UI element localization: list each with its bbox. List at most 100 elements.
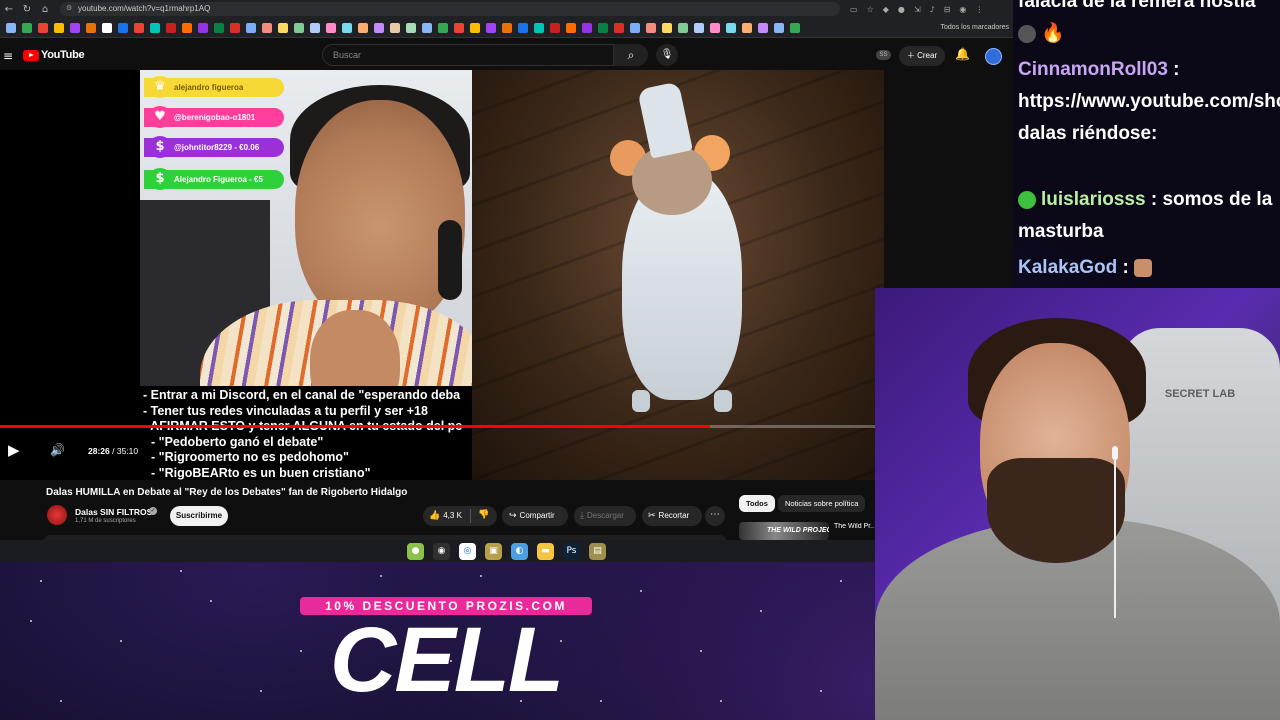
menu-icon[interactable]: ⋮ — [975, 5, 983, 14]
recommended-thumbnail[interactable]: THE WILD PROJECT — [739, 522, 829, 540]
bookmark-favicon[interactable] — [550, 22, 560, 33]
bookmark-favicon[interactable] — [598, 22, 608, 33]
bookmark-favicon[interactable] — [54, 22, 64, 33]
bookmark-favicon[interactable] — [70, 22, 80, 33]
search-input[interactable]: Buscar — [322, 44, 614, 66]
folder-icon[interactable]: ▬ — [537, 542, 554, 560]
chip-all[interactable]: Todos — [739, 495, 775, 512]
chrome-icon[interactable]: ◎ — [459, 542, 476, 560]
channel-name[interactable]: Dalas SIN FILTROS — [75, 507, 152, 517]
bookmark-favicon[interactable] — [390, 22, 400, 33]
bookmark-favicon[interactable] — [22, 22, 32, 33]
bookmark-favicon[interactable] — [198, 22, 208, 33]
create-button[interactable]: ＋ Crear — [899, 46, 945, 66]
extension-icon[interactable]: ◆ — [883, 5, 889, 14]
bookmark-favicon[interactable] — [502, 22, 512, 33]
bookmark-favicon[interactable] — [646, 22, 656, 33]
bookmark-favicon[interactable] — [326, 22, 336, 33]
bookmark-favicon[interactable] — [486, 22, 496, 33]
microphone-icon[interactable]: 🎙 — [656, 44, 678, 66]
bookmark-favicon[interactable] — [726, 22, 736, 33]
bookmark-favicon[interactable] — [262, 22, 272, 33]
bookmark-favicon[interactable] — [182, 22, 192, 33]
media-icon[interactable]: ♪ — [930, 5, 935, 14]
bookmark-favicon[interactable] — [246, 22, 256, 33]
bookmark-favicon[interactable] — [662, 22, 672, 33]
chat-username[interactable]: CinnamonRoll03 — [1018, 59, 1168, 80]
more-actions-button[interactable]: ⋯ — [705, 506, 725, 526]
app-green-icon[interactable]: ● — [407, 542, 424, 560]
chat-username[interactable]: KalakaGod — [1018, 257, 1117, 278]
play-icon[interactable]: ▶ — [8, 441, 26, 459]
bookmark-favicon[interactable] — [342, 22, 352, 33]
progress-bar-played[interactable] — [0, 425, 711, 428]
bookmark-favicon[interactable] — [374, 22, 384, 33]
bookmark-favicon[interactable] — [38, 22, 48, 33]
share-button[interactable]: ↪ Compartir — [502, 506, 568, 526]
bookmark-favicon[interactable] — [742, 22, 752, 33]
bookmark-favicon[interactable] — [166, 22, 176, 33]
home-icon[interactable]: ⌂ — [36, 0, 54, 18]
bookmark-favicon[interactable] — [230, 22, 240, 33]
extension-icon[interactable]: ⇲ — [914, 5, 921, 14]
extension-icon[interactable]: ⊟ — [944, 5, 951, 14]
app-gold-icon[interactable]: ▣ — [485, 542, 502, 560]
channel-avatar[interactable] — [47, 505, 67, 525]
recorder-icon[interactable]: ◉ — [433, 542, 450, 560]
back-icon[interactable]: ← — [0, 0, 18, 18]
thumbs-down-icon[interactable]: 👎 — [478, 510, 489, 520]
search-icon[interactable]: ⌕ — [614, 44, 648, 66]
bookmark-favicon[interactable] — [470, 22, 480, 33]
extension-icon[interactable]: ● — [898, 5, 905, 14]
bookmark-star-icon[interactable]: ☆ — [867, 5, 874, 14]
video-player[interactable]: ♛ alejandro figueroa ♥ @berenigobao-o1801 $ @… — [0, 70, 884, 480]
bookmark-favicon[interactable] — [278, 22, 288, 33]
bookmark-favicon[interactable] — [614, 22, 624, 33]
app-globe-icon[interactable]: ◐ — [511, 542, 528, 560]
bookmark-favicon[interactable] — [534, 22, 544, 33]
bookmark-favicon[interactable] — [118, 22, 128, 33]
photoshop-icon[interactable]: Ps — [563, 542, 580, 560]
clip-button[interactable]: ✂ Recortar — [642, 506, 702, 526]
bookmark-favicon[interactable] — [454, 22, 464, 33]
bookmark-favicon[interactable] — [518, 22, 528, 33]
app-stack-icon[interactable]: ▤ — [589, 542, 606, 560]
bookmark-favicon[interactable] — [6, 22, 16, 33]
site-info-icon[interactable]: ⚙ — [66, 2, 72, 16]
bookmark-favicon[interactable] — [678, 22, 688, 33]
bookmark-favicon[interactable] — [790, 22, 800, 33]
chat-username[interactable]: luislariosss — [1041, 189, 1146, 210]
account-avatar[interactable] — [985, 48, 1002, 65]
chip-politics-news[interactable]: Noticias sobre política — [778, 495, 866, 512]
bookmark-favicon[interactable] — [150, 22, 160, 33]
bookmark-favicon[interactable] — [438, 22, 448, 33]
bookmark-favicon[interactable] — [310, 22, 320, 33]
reload-icon[interactable]: ↻ — [18, 0, 36, 18]
bookmark-favicon[interactable] — [566, 22, 576, 33]
bookmark-favicon[interactable] — [102, 22, 112, 33]
bookmark-favicon[interactable] — [774, 22, 784, 33]
extension-badge[interactable]: SS — [876, 50, 891, 60]
bookmark-favicon[interactable] — [358, 22, 368, 33]
bookmark-favicon[interactable] — [134, 22, 144, 33]
profile-icon[interactable]: ◉ — [959, 5, 966, 14]
download-button[interactable]: ⤓ Descargar — [574, 506, 636, 526]
bookmark-favicon[interactable] — [694, 22, 704, 33]
bookmark-favicon[interactable] — [214, 22, 224, 33]
youtube-logo[interactable]: YouTube — [23, 49, 85, 61]
bookmark-favicon[interactable] — [582, 22, 592, 33]
bookmark-favicon[interactable] — [710, 22, 720, 33]
bookmark-favicon[interactable] — [630, 22, 640, 33]
menu-icon[interactable]: ≡ — [3, 49, 13, 63]
subscribe-button[interactable]: Suscribirme — [170, 506, 228, 526]
volume-icon[interactable]: 🔊 — [50, 443, 65, 457]
bookmark-favicon[interactable] — [406, 22, 416, 33]
bookmark-favicon[interactable] — [86, 22, 96, 33]
url-field[interactable]: ⚙ youtube.com/watch?v=q1rmahrp1AQ — [60, 2, 840, 16]
cast-icon[interactable]: ▭ — [850, 5, 858, 14]
all-bookmarks-button[interactable]: Todos los marcadores — [941, 24, 1009, 31]
notifications-bell-icon[interactable]: 🔔 — [955, 47, 970, 61]
bookmark-favicon[interactable] — [758, 22, 768, 33]
recommended-title[interactable]: The Wild Pr... Santaolalla — [834, 523, 874, 530]
bookmark-favicon[interactable] — [294, 22, 304, 33]
